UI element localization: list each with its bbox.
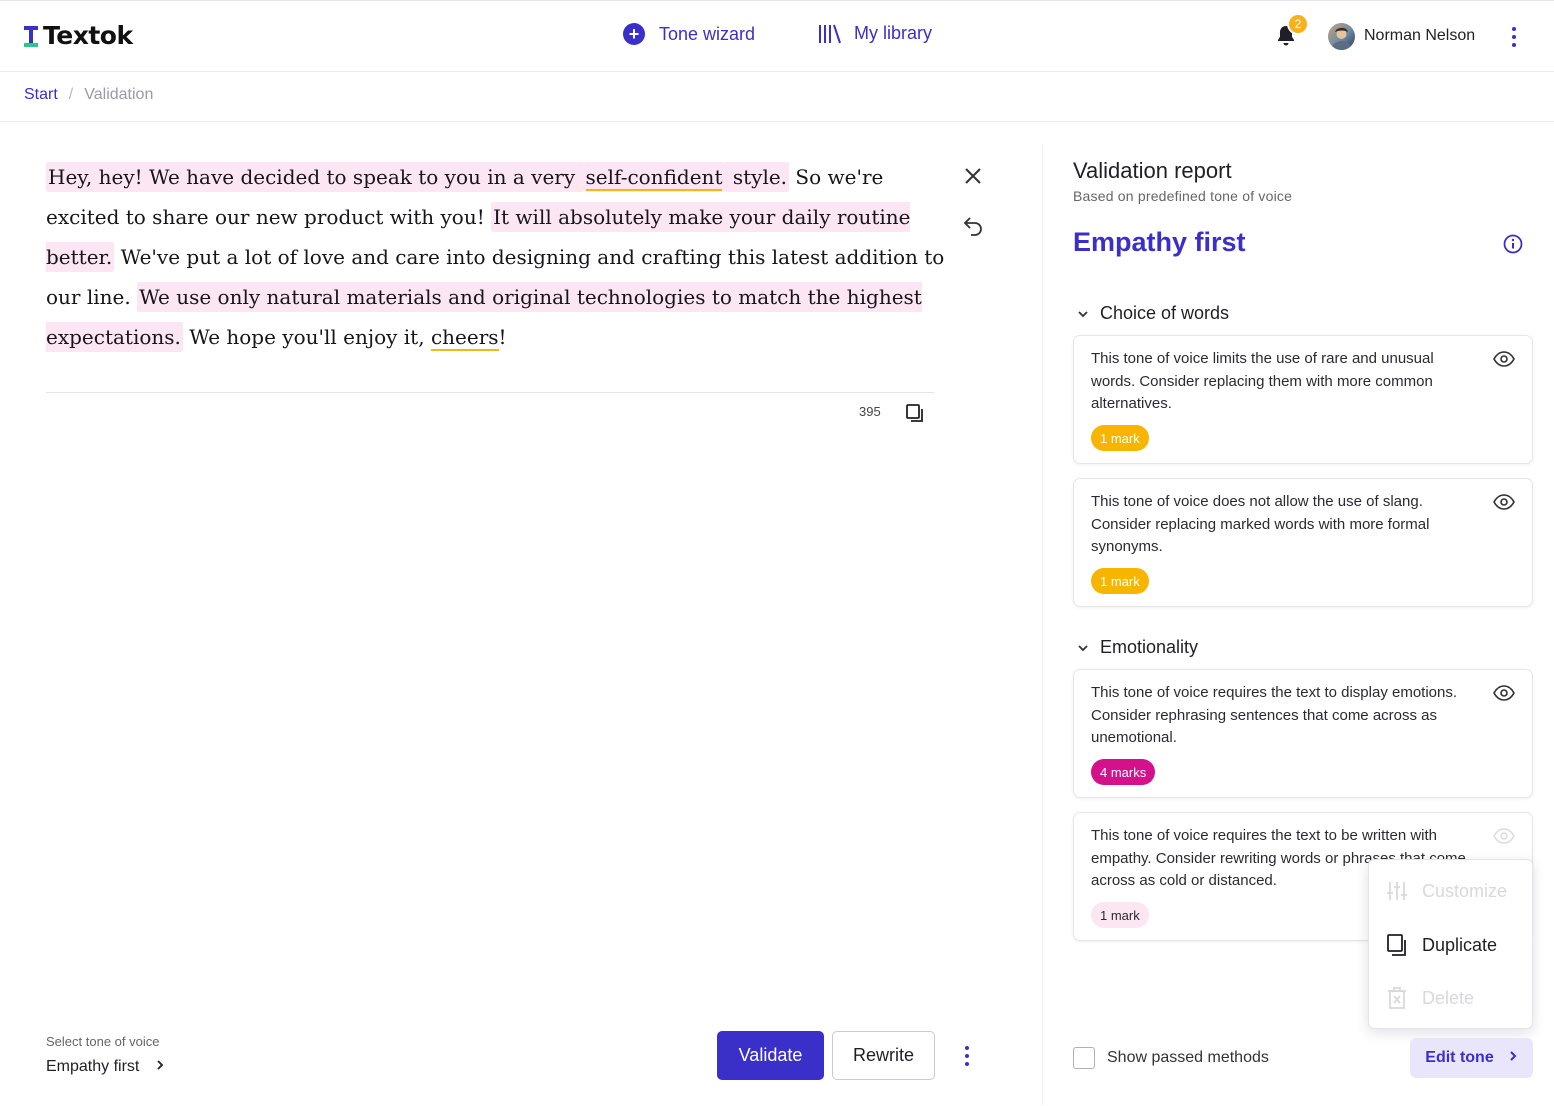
marks-badge[interactable]: 1 mark — [1091, 568, 1149, 594]
text-segment-highlighted: Hey, hey! We have decided to speak to yo… — [46, 162, 584, 192]
character-count: 395 — [859, 404, 881, 419]
card-description: This tone of voice does not allow the us… — [1091, 493, 1430, 555]
plus-icon: + — [623, 23, 645, 45]
chevron-down-icon — [1076, 303, 1090, 324]
undo-icon[interactable] — [962, 214, 984, 236]
app-name: Textok — [43, 21, 133, 50]
tone-select-value: Empathy first — [46, 1058, 140, 1075]
menu-item-label: Delete — [1422, 987, 1475, 1008]
nav-tone-wizard[interactable]: + Tone wizard — [623, 23, 755, 45]
marks-badge[interactable]: 4 marks — [1091, 759, 1156, 785]
eye-icon[interactable] — [1493, 493, 1515, 511]
eye-icon[interactable] — [1493, 827, 1515, 845]
breadcrumb-current: Validation — [84, 86, 154, 103]
menu-item-customize[interactable]: Customize — [1385, 879, 1507, 903]
library-icon — [818, 24, 842, 44]
close-icon[interactable] — [963, 166, 983, 186]
breadcrumb-start[interactable]: Start — [24, 86, 58, 104]
user-name[interactable]: Norman Nelson — [1364, 27, 1475, 45]
chevron-down-icon — [1076, 637, 1090, 658]
text-segment-marked[interactable]: cheers — [430, 325, 499, 351]
chevron-right-icon — [155, 1058, 165, 1076]
card-description: This tone of voice requires the text to … — [1091, 684, 1458, 746]
info-icon[interactable] — [1502, 233, 1524, 255]
breadcrumb-separator: / — [68, 86, 74, 103]
rewrite-button[interactable]: Rewrite — [832, 1031, 935, 1080]
text-segment-marked[interactable]: self-confident — [585, 165, 723, 191]
eye-icon[interactable] — [1493, 350, 1515, 368]
menu-item-label: Customize — [1422, 880, 1508, 901]
tone-select-label: Select tone of voice — [46, 1034, 160, 1049]
show-passed-toggle[interactable]: Show passed methods — [1073, 1047, 1269, 1069]
validate-button[interactable]: Validate — [717, 1031, 824, 1080]
more-options-icon[interactable] — [1504, 25, 1524, 49]
marks-badge[interactable]: 1 mark — [1091, 902, 1149, 928]
marks-badge[interactable]: 1 mark — [1091, 425, 1149, 451]
card-description: This tone of voice limits the use of rar… — [1091, 350, 1434, 412]
edit-tone-button[interactable]: Edit tone — [1410, 1038, 1533, 1078]
report-card: This tone of voice requires the text to … — [1073, 669, 1533, 798]
section-emotionality[interactable]: Emotionality — [1076, 637, 1198, 658]
report-title: Validation report — [1073, 158, 1232, 183]
copy-icon[interactable] — [905, 403, 925, 423]
show-passed-label: Show passed methods — [1107, 1049, 1269, 1066]
report-subtitle: Based on predefined tone of voice — [1073, 188, 1293, 204]
text-editor[interactable]: Hey, hey! We have decided to speak to yo… — [46, 157, 946, 357]
breadcrumb-divider — [0, 121, 1554, 122]
more-actions-icon[interactable] — [957, 1044, 977, 1068]
menu-item-delete[interactable]: Delete — [1385, 986, 1474, 1010]
tone-name: Empathy first — [1073, 227, 1246, 257]
eye-icon[interactable] — [1493, 684, 1515, 702]
nav-tone-wizard-label: Tone wizard — [659, 23, 756, 44]
edit-tone-label: Edit tone — [1425, 1049, 1494, 1066]
report-card: This tone of voice limits the use of rar… — [1073, 335, 1533, 464]
breadcrumb: Start / Validation — [24, 86, 153, 104]
chevron-right-icon — [1508, 1049, 1518, 1067]
menu-item-label: Duplicate — [1422, 934, 1498, 955]
panel-divider — [1042, 145, 1043, 1105]
text-segment-highlighted: style. — [724, 162, 790, 192]
report-card: This tone of voice does not allow the us… — [1073, 478, 1533, 607]
user-avatar[interactable] — [1328, 23, 1355, 50]
text-segment: ! — [498, 325, 507, 349]
tone-options-menu: Customize Duplicate Delete — [1368, 859, 1533, 1029]
section-title: Choice of words — [1100, 303, 1230, 323]
notification-count-badge: 2 — [1287, 13, 1309, 35]
section-choice-of-words[interactable]: Choice of words — [1076, 303, 1229, 324]
tone-select[interactable]: Empathy first — [46, 1058, 165, 1076]
text-segment: We hope you'll enjoy it, — [182, 325, 431, 349]
app-logo[interactable]: Textok — [24, 21, 133, 50]
editor-divider — [46, 392, 934, 393]
section-title: Emotionality — [1100, 637, 1199, 657]
menu-item-duplicate[interactable]: Duplicate — [1385, 933, 1497, 957]
nav-my-library[interactable]: My library — [818, 23, 932, 44]
trash-icon — [1385, 986, 1409, 1010]
sliders-icon — [1385, 879, 1409, 903]
nav-my-library-label: My library — [854, 23, 933, 43]
logo-icon — [24, 24, 38, 48]
duplicate-icon — [1385, 933, 1409, 957]
show-passed-checkbox[interactable] — [1073, 1047, 1095, 1069]
top-bar: Textok + Tone wizard My library 2 Norman… — [0, 0, 1554, 72]
